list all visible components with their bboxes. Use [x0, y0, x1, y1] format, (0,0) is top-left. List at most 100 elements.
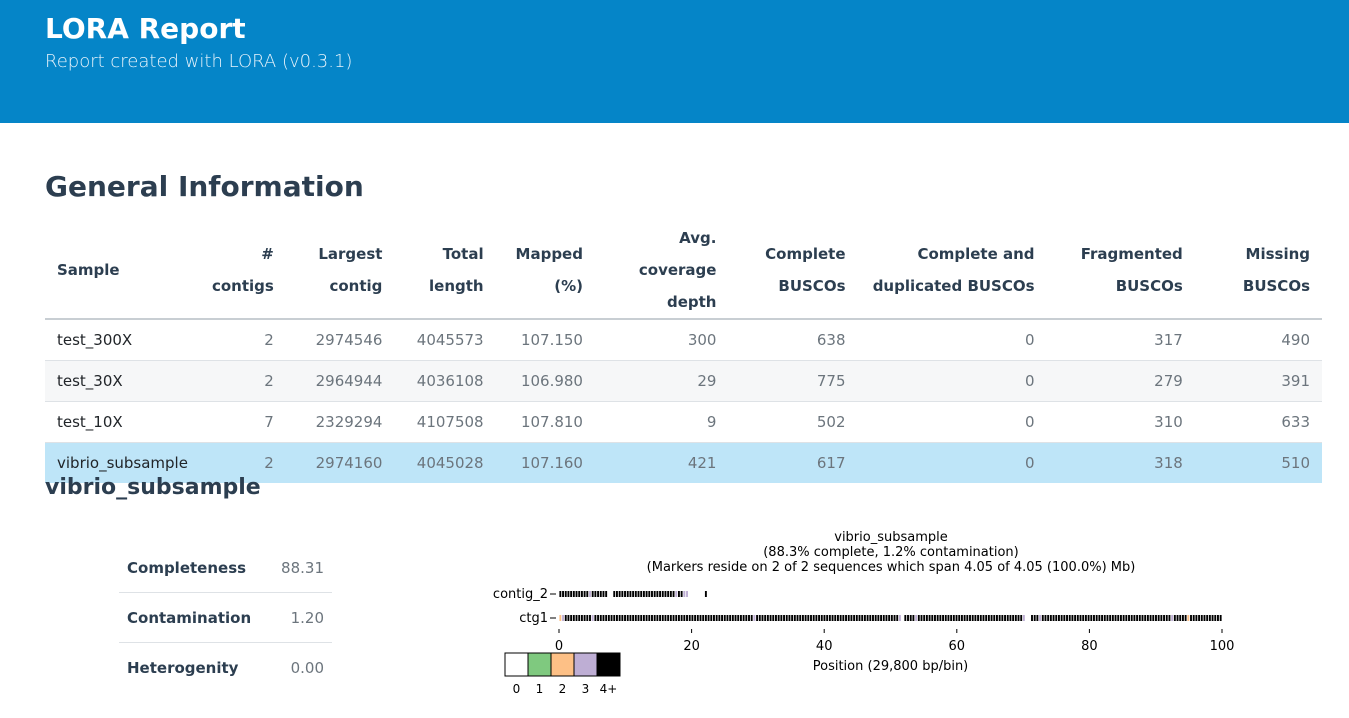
- marker-bin: [1133, 615, 1136, 621]
- marker-bin: [850, 615, 853, 621]
- marker-bin: [704, 615, 707, 621]
- marker-bin: [713, 615, 715, 621]
- marker-bin: [737, 615, 740, 621]
- marker-bin: [726, 615, 729, 621]
- x-tick-label: 40: [816, 639, 833, 654]
- marker-bin: [672, 591, 675, 597]
- marker-bin: [772, 615, 775, 621]
- legend-label: 4+: [600, 682, 618, 696]
- marker-bin: [1128, 615, 1130, 621]
- marker-bin: [567, 615, 570, 621]
- marker-bin: [1014, 615, 1017, 621]
- marker-bin: [1031, 615, 1033, 621]
- marker-bin: [823, 615, 826, 621]
- table-cell: 317: [1046, 318, 1195, 360]
- column-header[interactable]: Largest contig: [285, 222, 395, 320]
- marker-bin: [1122, 615, 1125, 621]
- column-header[interactable]: Complete and duplicated BUSCOs: [857, 222, 1047, 320]
- marker-bin: [960, 615, 963, 621]
- marker-bin: [1101, 615, 1104, 621]
- marker-bin: [632, 591, 635, 597]
- marker-bin: [572, 615, 575, 621]
- table-cell: 633: [1194, 400, 1322, 442]
- marker-bin: [974, 615, 977, 621]
- marker-bin: [710, 615, 713, 621]
- marker-bin: [610, 615, 613, 621]
- marker-bin: [664, 615, 667, 621]
- column-header[interactable]: Missing BUSCOs: [1194, 222, 1322, 320]
- marker-bin: [818, 615, 821, 621]
- marker-bin: [904, 615, 907, 621]
- column-header[interactable]: Avg. coverage depth: [594, 222, 729, 320]
- marker-bin: [1181, 615, 1184, 621]
- column-header[interactable]: # contigs: [199, 222, 286, 320]
- marker-bin: [618, 615, 621, 621]
- legend-swatch: [596, 652, 621, 677]
- marker-bin: [923, 615, 926, 621]
- marker-bin: [1076, 615, 1079, 621]
- marker-bin: [958, 615, 961, 621]
- marker-bin: [659, 591, 662, 597]
- marker-bin: [1171, 615, 1174, 621]
- stat-row: Heterogenity 0.00: [119, 643, 332, 693]
- marker-bin: [559, 591, 562, 597]
- column-header[interactable]: Fragmented BUSCOs: [1046, 222, 1195, 320]
- legend-swatch: [550, 652, 575, 677]
- marker-bin: [917, 615, 920, 621]
- marker-bin: [820, 615, 823, 621]
- table-row[interactable]: test_10X 7 2329294 4107508 107.810 9 502 0 310 63…: [45, 400, 1322, 442]
- table-cell: 4036108: [394, 359, 496, 401]
- marker-bin: [1203, 615, 1206, 621]
- marker-bin: [583, 591, 586, 597]
- marker-bin: [979, 615, 982, 621]
- marker-bin: [1093, 615, 1095, 621]
- marker-bin: [1090, 615, 1093, 621]
- marker-bin: [855, 615, 858, 621]
- marker-bin: [909, 615, 912, 621]
- marker-bin: [942, 615, 945, 621]
- table-cell: 638: [728, 318, 858, 360]
- marker-bin: [1152, 615, 1155, 621]
- marker-bin: [925, 615, 928, 621]
- marker-bin: [815, 615, 818, 621]
- marker-bin: [826, 615, 829, 621]
- marker-bin: [742, 615, 745, 621]
- table-row[interactable]: test_30X 2 2964944 4036108 106.980 29 775 0 279 3…: [45, 359, 1322, 401]
- marker-bin: [642, 591, 645, 597]
- marker-bin: [691, 615, 694, 621]
- marker-bin: [1012, 615, 1015, 621]
- marker-bin: [1119, 615, 1122, 621]
- table-cell: 107.160: [495, 441, 595, 483]
- marker-bin: [1136, 615, 1139, 621]
- marker-bin: [877, 615, 880, 621]
- marker-bin: [1071, 615, 1074, 621]
- table-cell: 775: [728, 359, 858, 401]
- marker-bin: [580, 615, 583, 621]
- marker-bin: [1060, 615, 1063, 621]
- column-header[interactable]: Complete BUSCOs: [728, 222, 858, 320]
- plot-subtitle: (88.3% complete, 1.2% contamination): [763, 545, 1019, 560]
- marker-bin: [831, 615, 834, 621]
- legend-swatch: [527, 652, 552, 677]
- marker-bin: [648, 591, 651, 597]
- marker-bin: [599, 591, 602, 597]
- marker-bin: [656, 591, 659, 597]
- legend-swatch: [573, 652, 598, 677]
- marker-bin: [758, 615, 761, 621]
- marker-bin: [977, 615, 980, 621]
- marker-bin: [1198, 615, 1201, 621]
- marker-bin: [637, 615, 640, 621]
- marker-bin: [939, 615, 942, 621]
- marker-bin: [952, 615, 955, 621]
- sequence-label: ctg1: [519, 611, 548, 626]
- marker-bin: [874, 615, 877, 621]
- table-cell: 29: [594, 359, 729, 401]
- column-header[interactable]: Sample: [45, 222, 200, 320]
- marker-bin: [1066, 615, 1068, 621]
- column-header[interactable]: Total length: [394, 222, 496, 320]
- marker-bin: [680, 615, 683, 621]
- marker-bin: [756, 615, 759, 621]
- marker-bin: [640, 615, 643, 621]
- column-header[interactable]: Mapped (%): [495, 222, 595, 320]
- table-row[interactable]: test_300X 2 2974546 4045573 107.150 300 638 0 31…: [45, 318, 1322, 360]
